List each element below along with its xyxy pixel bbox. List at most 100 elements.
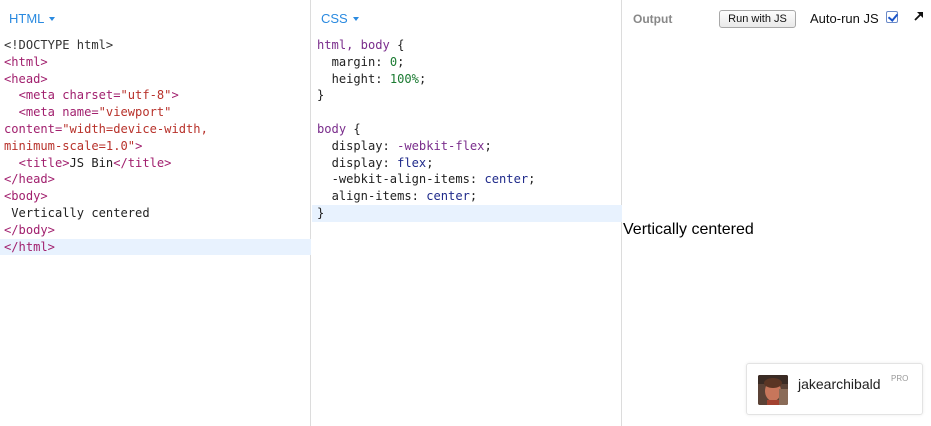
avatar[interactable] (758, 375, 788, 405)
html-panel: HTML <!DOCTYPE html> <html> <head> <meta c… (0, 0, 311, 426)
css-panel-header: CSS (312, 0, 621, 34)
code-token: ; (397, 54, 405, 69)
code-line[interactable]: </body> (4, 222, 314, 239)
auto-run-js-label: Auto-run JS (810, 11, 879, 26)
code-token: { (389, 38, 405, 52)
code-line[interactable]: <meta name="viewport" (4, 104, 314, 121)
code-line[interactable]: } (317, 205, 626, 222)
code-token: 0 (389, 54, 398, 69)
code-line[interactable]: </head> (4, 171, 314, 188)
code-token: "viewport" (98, 105, 172, 120)
code-line[interactable]: margin: 0; (317, 54, 626, 71)
chevron-down-icon (352, 17, 359, 21)
code-token: ; (426, 155, 434, 170)
html-panel-label: HTML (9, 11, 45, 26)
code-line[interactable]: -webkit-align-items: center; (317, 171, 626, 188)
code-token: { (346, 121, 361, 136)
code-line[interactable]: </html> (4, 239, 314, 256)
code-token: "utf-8" (120, 88, 172, 103)
code-line[interactable]: } (317, 87, 626, 104)
code-token: 100% (389, 71, 419, 86)
code-token: height (331, 71, 376, 86)
code-token: center (484, 172, 529, 187)
username[interactable]: jakearchibald (798, 376, 881, 392)
code-token: : (375, 54, 390, 69)
code-token: charset= (54, 88, 121, 103)
code-token: ; (528, 172, 536, 187)
code-token: "width=device-width, (62, 121, 208, 136)
code-line[interactable]: <head> (4, 71, 314, 88)
code-token: ; (418, 71, 427, 86)
code-token: flex (397, 155, 427, 170)
code-token: content= (4, 121, 63, 136)
code-token: -webkit-flex (397, 138, 485, 153)
code-token: <!DOCTYPE html> (4, 38, 114, 52)
code-token: } (317, 205, 325, 220)
chevron-down-icon (49, 17, 56, 21)
code-token: html, body (317, 38, 390, 52)
avatar-image (758, 375, 788, 405)
code-token: : (382, 138, 398, 153)
code-line[interactable]: height: 100%; (317, 71, 626, 88)
css-panel-label: CSS (321, 11, 348, 26)
output-panel-label: Output (633, 12, 673, 26)
css-panel-tab[interactable]: CSS (321, 11, 359, 26)
run-with-js-button[interactable]: Run with JS (719, 10, 796, 28)
code-token: ; (469, 189, 478, 204)
html-panel-tab[interactable]: HTML (9, 11, 56, 26)
code-line[interactable]: minimum-scale=1.0"> (4, 138, 314, 155)
code-token: ; (484, 138, 492, 153)
code-token: <title> (18, 155, 70, 170)
code-token: display (331, 155, 383, 170)
code-token: center (426, 189, 470, 204)
code-line[interactable]: <html> (4, 54, 314, 71)
html-code-editor[interactable]: <!DOCTYPE html> <html> <head> <meta charse… (4, 37, 314, 255)
code-token: display (331, 138, 383, 153)
code-line[interactable]: Vertically centered (4, 205, 314, 222)
code-token: align-items (331, 189, 412, 204)
code-line[interactable]: content="width=device-width, (4, 121, 314, 138)
code-token: <body> (4, 189, 48, 204)
code-line[interactable]: <body> (4, 188, 314, 205)
code-token: minimum-scale=1.0" (4, 138, 136, 153)
code-line[interactable]: <title>JS Bin</title> (4, 155, 314, 172)
code-line[interactable]: display: -webkit-flex; (317, 138, 626, 155)
code-line[interactable]: <meta charset="utf-8"> (4, 87, 314, 104)
code-token: </head> (4, 172, 55, 187)
code-token: : (411, 189, 427, 204)
code-line[interactable]: align-items: center; (317, 188, 626, 205)
code-token: -webkit-align-items (331, 172, 470, 187)
css-code-editor[interactable]: html, body { margin: 0; height: 100%;} bo… (317, 37, 626, 222)
code-line[interactable]: html, body { (317, 37, 626, 54)
code-line[interactable]: body { (317, 121, 626, 138)
code-token: <meta (18, 105, 55, 120)
code-token: Vertically centered (4, 205, 150, 220)
code-token: : (469, 172, 485, 187)
code-token: <head> (4, 71, 48, 86)
auto-run-js-checkbox[interactable] (886, 11, 898, 23)
html-panel-header: HTML (0, 0, 310, 34)
code-token: </title> (113, 155, 172, 170)
code-token: : (375, 71, 390, 86)
user-profile-badge[interactable]: jakearchibald PRO (746, 363, 923, 415)
popout-arrow-icon[interactable] (912, 9, 926, 23)
code-line[interactable] (317, 104, 626, 121)
code-token: } (317, 88, 325, 103)
pro-badge: PRO (891, 374, 909, 383)
code-token: <html> (4, 54, 48, 69)
code-token: margin (331, 54, 376, 69)
code-line[interactable]: display: flex; (317, 155, 626, 172)
code-token: <meta (18, 88, 55, 103)
code-token: > (135, 138, 143, 153)
code-token: > (171, 88, 179, 103)
code-line[interactable]: <!DOCTYPE html> (4, 37, 314, 54)
output-rendered-text: Vertically centered (623, 221, 754, 238)
